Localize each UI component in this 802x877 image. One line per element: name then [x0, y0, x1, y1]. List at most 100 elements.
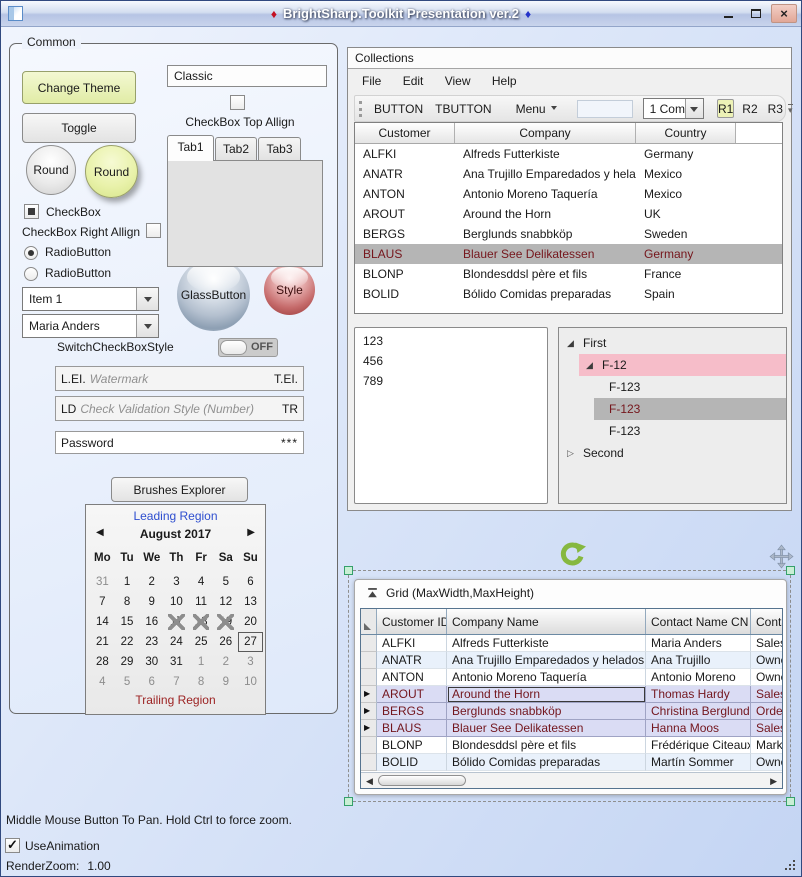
calendar-day[interactable]: 14 [90, 612, 115, 632]
minimize-button[interactable] [715, 4, 741, 23]
tree-item-f123-2[interactable]: F-123 [559, 420, 786, 442]
list-item[interactable]: 123 [355, 331, 547, 351]
toolbar-combobox[interactable]: 1 Com [643, 98, 704, 119]
checkbox-top-align[interactable] [230, 95, 245, 110]
toolbar-radio-r2[interactable]: R2 [742, 102, 757, 116]
calendar-day[interactable]: 31 [90, 572, 115, 592]
brushes-explorer-button[interactable]: Brushes Explorer [111, 477, 248, 502]
calendar-day[interactable]: 9 [139, 592, 164, 612]
calendar-day[interactable]: 18 [189, 612, 214, 632]
menu-view[interactable]: View [445, 74, 471, 88]
table-row[interactable]: ANATRAna Trujillo Emparedados y heladosA… [361, 652, 782, 669]
rotate-handle-icon[interactable] [557, 540, 587, 570]
column-header-contact-title[interactable]: Conta [751, 609, 782, 634]
tree-item-f123-selected[interactable]: F-123 [559, 398, 786, 420]
tree-item-label[interactable]: F-123 [609, 398, 640, 420]
validation-textbox[interactable]: LD Check Validation Style (Number) TR [55, 396, 304, 421]
item-combobox[interactable]: Item 1 [22, 287, 159, 311]
calendar-day[interactable]: 19 [213, 612, 238, 632]
calendar-day[interactable]: 22 [115, 632, 140, 652]
calendar-day[interactable]: 4 [189, 572, 214, 592]
scrollbar-thumb[interactable] [378, 775, 466, 786]
round-button-green[interactable]: Round [85, 145, 138, 198]
table-row[interactable]: ▶BERGSBerglunds snabbköpChristina Berglu… [361, 703, 782, 720]
row-header[interactable] [361, 754, 377, 771]
resize-handle-top-left[interactable] [344, 566, 353, 575]
tab-tab3[interactable]: Tab3 [258, 137, 301, 161]
list-item[interactable]: 456 [355, 351, 547, 371]
expander-expanded-icon[interactable]: ◢ [586, 354, 593, 376]
row-header[interactable] [361, 635, 377, 652]
table-row[interactable]: ALFKIAlfreds FutterkisteGermany [355, 144, 782, 164]
table-row[interactable]: AROUTAround the HornUK [355, 204, 782, 224]
collections-header[interactable]: Collections [348, 48, 791, 69]
calendar-day[interactable]: 30 [139, 652, 164, 672]
calendar-day[interactable]: 23 [139, 632, 164, 652]
column-header-company[interactable]: Company [455, 123, 636, 143]
table-row[interactable]: BOLIDBólido Comidas preparadasMartín Som… [361, 754, 782, 771]
table-row[interactable]: BLONPBlondesddsl père et filsFrédérique … [361, 737, 782, 754]
switch-checkbox[interactable]: OFF [218, 338, 278, 357]
calendar-day[interactable]: 8 [115, 592, 140, 612]
calendar-day[interactable]: 12 [213, 592, 238, 612]
calendar-day[interactable]: 7 [164, 672, 189, 692]
switch-thumb[interactable] [220, 340, 247, 355]
column-header-customer-id[interactable]: Customer ID [377, 609, 447, 634]
calendar-day[interactable]: 9 [213, 672, 238, 692]
calendar-day[interactable]: 2 [139, 572, 164, 592]
row-header[interactable]: ▶ [361, 703, 377, 720]
calendar-day[interactable]: 5 [213, 572, 238, 592]
calendar-day[interactable]: 26 [213, 632, 238, 652]
table-row[interactable]: ▶BLAUSBlauer See DelikatessenHanna MoosS… [361, 720, 782, 737]
resize-handle-top-right[interactable] [786, 566, 795, 575]
tree-item-label[interactable]: Second [583, 442, 624, 464]
menu-help[interactable]: Help [492, 74, 517, 88]
tab-tab2[interactable]: Tab2 [215, 137, 257, 161]
row-header[interactable] [361, 737, 377, 754]
table-row[interactable]: BERGSBerglunds snabbköpSweden [355, 224, 782, 244]
tree-item-second[interactable]: ▷ Second [559, 442, 786, 464]
calendar-day[interactable]: 27 [238, 632, 263, 652]
calendar-day[interactable]: 1 [115, 572, 140, 592]
table-row[interactable]: ▶AROUTAround the HornThomas HardySales [361, 686, 782, 703]
datagrid-corner-header[interactable] [361, 609, 377, 634]
customer-combobox[interactable]: Maria Anders [22, 314, 159, 338]
toolbar-toggle-button[interactable]: TBUTTON [435, 102, 491, 116]
tree-item-f123[interactable]: F-123 [559, 376, 786, 398]
toolbar-button[interactable]: BUTTON [374, 102, 423, 116]
tree-item-label[interactable]: F-123 [609, 420, 640, 442]
table-row[interactable]: BLONPBlondesddsl père et filsFrance [355, 264, 782, 284]
row-header[interactable] [361, 652, 377, 669]
calendar-day[interactable]: 4 [90, 672, 115, 692]
tree-item-label[interactable]: First [583, 332, 606, 354]
calendar-day[interactable]: 13 [238, 592, 263, 612]
tree-item-label[interactable]: F-12 [602, 354, 627, 376]
calendar-day[interactable]: 8 [189, 672, 214, 692]
round-button-gray[interactable]: Round [26, 145, 76, 195]
calendar-day[interactable]: 3 [164, 572, 189, 592]
change-theme-button[interactable]: Change Theme [22, 71, 136, 104]
column-header-customer[interactable]: Customer [355, 123, 455, 143]
checkbox-checked[interactable] [24, 204, 39, 219]
toolbar-input[interactable] [577, 100, 633, 118]
resize-handle-bottom-right[interactable] [786, 797, 795, 806]
calendar-day[interactable]: 31 [164, 652, 189, 672]
table-row[interactable]: ANTONAntonio Moreno TaqueríaAntonio More… [361, 669, 782, 686]
column-header-contact-name[interactable]: Contact Name CN [646, 609, 751, 634]
radio-button-selected[interactable] [24, 246, 38, 260]
toggle-button[interactable]: Toggle [22, 113, 136, 143]
close-button[interactable]: × [771, 4, 797, 23]
list-item[interactable]: 789 [355, 371, 547, 391]
calendar-day[interactable]: 10 [238, 672, 263, 692]
style-glass-button[interactable]: Style [264, 264, 315, 315]
tab-tab1[interactable]: Tab1 [167, 135, 214, 161]
watermark-textbox[interactable]: L.EI. Watermark T.EI. [55, 366, 304, 391]
toolbar-grip-icon[interactable] [359, 101, 362, 117]
tree-item-first[interactable]: ◢ First [559, 332, 786, 354]
calendar-day[interactable]: 28 [90, 652, 115, 672]
calendar-next-button[interactable]: ▶ [247, 527, 255, 538]
calendar-day[interactable]: 17 [164, 612, 189, 632]
resize-handle-bottom-left[interactable] [344, 797, 353, 806]
column-header-country[interactable]: Country [636, 123, 736, 143]
password-field[interactable]: Password *** [55, 431, 304, 454]
